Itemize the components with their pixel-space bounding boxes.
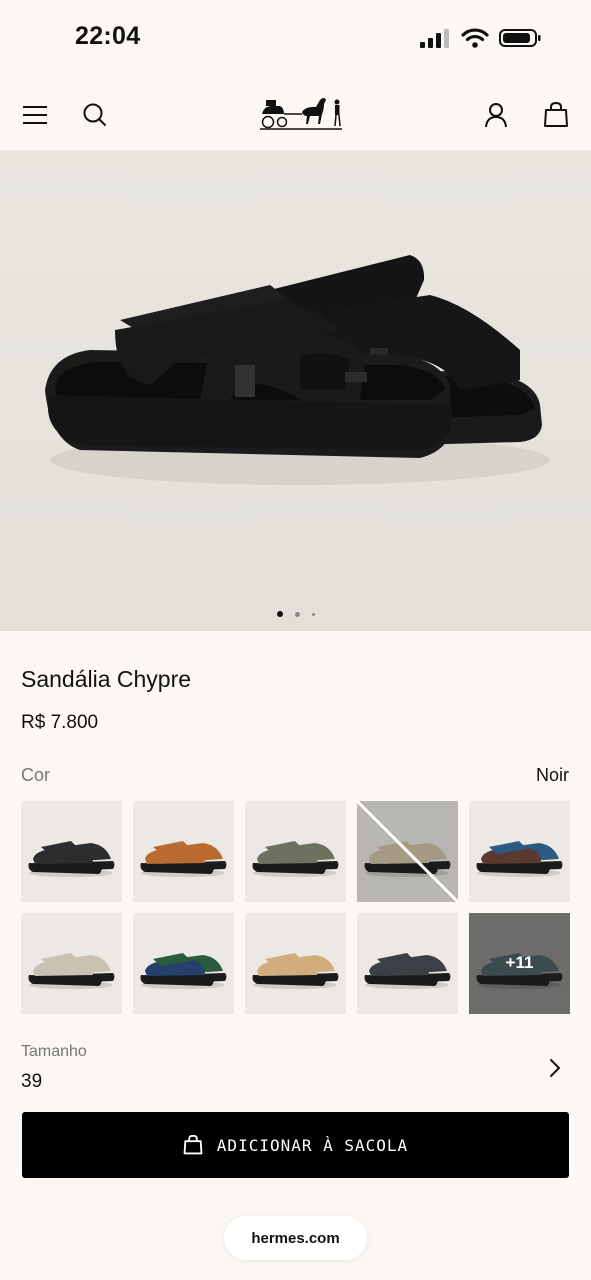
color-swatch[interactable]: +11 — [469, 913, 570, 1014]
size-value[interactable]: 39 — [21, 1071, 42, 1093]
account-button[interactable] — [481, 100, 511, 130]
signal-icon — [420, 29, 449, 48]
product-image-carousel[interactable] — [0, 150, 591, 631]
product-name: Sandália Chypre — [21, 666, 192, 692]
bag-icon — [183, 1135, 203, 1155]
color-swatch[interactable] — [245, 913, 346, 1014]
more-colors-count: +11 — [505, 953, 534, 972]
wifi-icon — [461, 28, 489, 48]
carousel-dot[interactable] — [276, 611, 283, 617]
color-swatch[interactable] — [21, 801, 122, 902]
product-photo — [45, 255, 550, 485]
status-icons — [419, 28, 541, 48]
status-time: 22:04 — [75, 22, 141, 50]
add-to-bag-button[interactable]: ADICIONAR À SACOLA — [22, 1112, 569, 1178]
battery-icon — [499, 29, 541, 47]
bag-icon — [544, 102, 568, 127]
selected-color-name: Noir — [535, 765, 569, 785]
bag-button[interactable] — [541, 100, 571, 130]
status-bar: 22:04 — [0, 0, 591, 80]
carousel-dots — [0, 611, 591, 617]
color-swatch[interactable] — [133, 801, 234, 902]
color-swatch[interactable] — [133, 913, 234, 1014]
color-swatch[interactable] — [21, 913, 122, 1014]
brand-logo[interactable] — [258, 92, 344, 132]
color-swatch[interactable] — [357, 913, 458, 1014]
size-label: Tamanho — [21, 1043, 87, 1060]
color-swatch-grid: +11 — [21, 801, 571, 1014]
color-swatch[interactable] — [357, 801, 458, 902]
browser-url-bar[interactable]: hermes.com — [224, 1216, 367, 1260]
search-button[interactable] — [80, 100, 110, 130]
add-to-bag-label: ADICIONAR À SACOLA — [216, 1135, 409, 1155]
menu-icon — [23, 106, 47, 124]
carousel-dot[interactable] — [294, 611, 300, 617]
menu-button[interactable] — [20, 100, 50, 130]
chevron-right-icon[interactable] — [549, 1058, 561, 1078]
carousel-dot[interactable] — [311, 612, 315, 616]
account-icon — [485, 103, 507, 128]
product-price: R$ 7.800 — [21, 712, 99, 733]
color-label: Cor — [21, 765, 51, 785]
color-swatch[interactable] — [469, 801, 570, 902]
search-icon — [83, 103, 106, 126]
color-swatch[interactable] — [245, 801, 346, 902]
